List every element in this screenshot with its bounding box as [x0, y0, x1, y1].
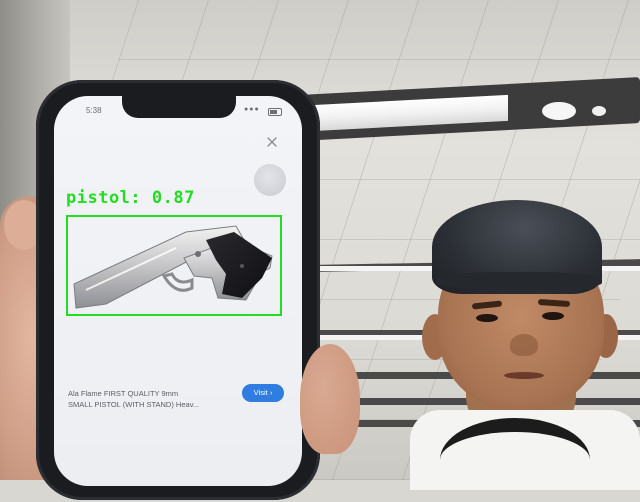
- chevron-right-icon: ›: [269, 388, 273, 397]
- detection-separator: :: [130, 188, 152, 208]
- phone-notch: [122, 96, 236, 118]
- ceiling-spotlight-small: [592, 106, 606, 116]
- person-nose: [510, 334, 538, 356]
- person-eye-right: [542, 312, 564, 320]
- visit-button[interactable]: Visit ›: [242, 384, 284, 402]
- detection-class: pistol: [66, 188, 131, 208]
- product-title-line1: Ala Flame FIRST QUALITY 9mm: [68, 389, 179, 398]
- detection-score: 0.87: [151, 188, 195, 208]
- detection-label: pistol: 0.87: [66, 188, 195, 208]
- product-caption[interactable]: Ala Flame FIRST QUALITY 9mm SMALL PISTOL…: [68, 388, 240, 410]
- status-bar-time: 5:38: [86, 106, 102, 115]
- lens-circle-button[interactable]: [254, 164, 286, 196]
- holding-thumb: [300, 344, 360, 454]
- ceiling-spotlight: [542, 102, 576, 120]
- person-mouth: [504, 372, 544, 379]
- close-icon[interactable]: [264, 134, 280, 150]
- person-cap-brim: [436, 272, 602, 290]
- battery-icon: [268, 108, 282, 116]
- detection-bounding-box: [66, 215, 282, 316]
- visit-button-label: Visit: [253, 388, 268, 397]
- person-eye-left: [476, 314, 498, 322]
- person: [410, 196, 640, 490]
- person-shirt-collar: [440, 418, 590, 502]
- product-title-line2: SMALL PISTOL (WITH STAND) Heav...: [68, 400, 200, 409]
- signal-wifi-icon: ●●●: [244, 106, 260, 113]
